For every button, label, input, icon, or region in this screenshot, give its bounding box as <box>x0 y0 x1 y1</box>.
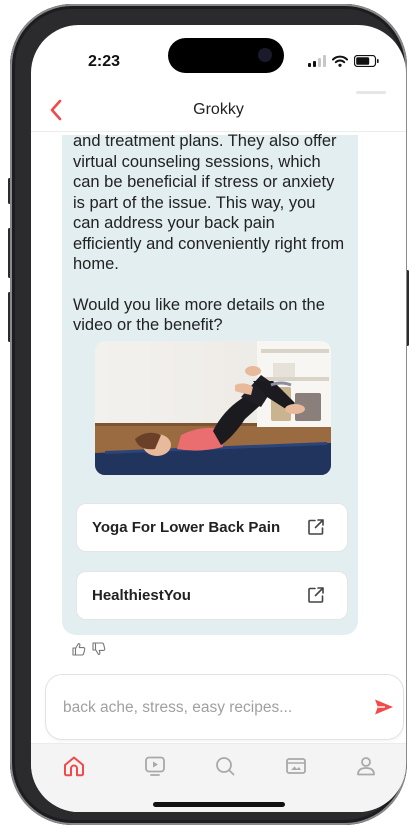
wifi-icon <box>332 55 348 67</box>
tab-media[interactable] <box>283 753 309 779</box>
external-link-icon <box>307 586 325 609</box>
send-button[interactable] <box>374 697 394 722</box>
yoga-video-image <box>95 341 331 475</box>
home-indicator <box>153 802 285 807</box>
media-icon <box>286 758 306 774</box>
message-paragraph-2: Would you like more details on the video… <box>73 295 325 335</box>
link-card-yoga[interactable]: Yoga For Lower Back Pain <box>76 503 348 552</box>
app-screen: 2:23 Grokky and treatment plans. They al… <box>31 25 406 812</box>
nav-bar: Grokky <box>31 91 406 132</box>
dynamic-island <box>168 38 284 73</box>
tab-search[interactable] <box>212 753 238 779</box>
thumbs-down-icon <box>92 642 106 656</box>
tab-video[interactable] <box>142 753 168 779</box>
battery-icon <box>354 55 379 67</box>
tab-profile[interactable] <box>353 753 379 779</box>
phone-frame: 2:23 Grokky and treatment plans. They al… <box>10 4 407 825</box>
assistant-message-text: and treatment plans. They also offer vir… <box>73 131 345 356</box>
signal-icon <box>308 55 326 67</box>
home-icon <box>64 756 84 777</box>
chat-input-bar <box>46 675 403 739</box>
thumbs-down-button[interactable] <box>92 642 106 656</box>
send-icon <box>375 699 393 715</box>
link-label: Yoga For Lower Back Pain <box>92 519 281 536</box>
external-link-icon <box>307 518 325 541</box>
status-time: 2:23 <box>88 53 121 70</box>
message-paragraph-1: and treatment plans. They also offer vir… <box>73 132 345 273</box>
nav-title: Grokky <box>193 101 244 118</box>
chat-input[interactable] <box>61 694 355 722</box>
profile-icon <box>357 757 375 776</box>
thumbs-up-button[interactable] <box>72 642 86 656</box>
link-card-healthiestyou[interactable]: HealthiestYou <box>76 571 348 620</box>
link-label: HealthiestYou <box>92 587 191 604</box>
message-feedback <box>72 642 106 656</box>
search-icon <box>216 757 235 776</box>
video-thumbnail[interactable] <box>95 341 331 475</box>
tab-home[interactable] <box>61 753 87 779</box>
thumbs-up-icon <box>72 642 86 656</box>
nav-stub <box>356 91 386 94</box>
status-icons <box>308 55 379 67</box>
video-icon <box>145 756 165 776</box>
